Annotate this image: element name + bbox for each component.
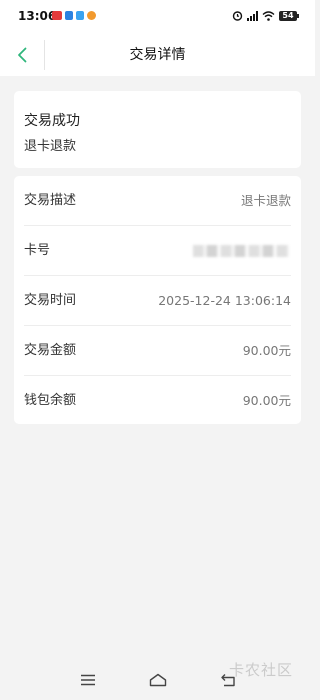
detail-label: 交易描述 (24, 193, 77, 208)
detail-row-amount: 交易金额 90.00元 (24, 326, 291, 376)
detail-label: 交易金额 (24, 343, 77, 358)
status-indicators: 54 (232, 10, 299, 21)
weibo-app-icon (87, 11, 96, 20)
menu-icon (81, 674, 95, 686)
detail-label: 钱包余额 (24, 393, 77, 408)
transaction-details-card: 交易描述 退卡退款 卡号 交易时间 2025-12-24 13:06:14 交易… (14, 176, 301, 424)
home-button[interactable] (148, 670, 168, 690)
menu-button[interactable] (78, 670, 98, 690)
system-navigation-bar: 卡农社区 (0, 660, 315, 700)
battery-icon: 54 (279, 10, 299, 21)
status-time: 13:06 (18, 9, 57, 23)
notification-icons (52, 11, 96, 20)
page-title: 交易详情 (129, 47, 186, 63)
detail-row-description: 交易描述 退卡退款 (24, 176, 291, 226)
nav-divider (44, 40, 45, 70)
detail-row-balance: 钱包余额 90.00元 (24, 376, 291, 426)
transaction-summary-card: 交易成功 退卡退款 (14, 91, 301, 168)
masked-card-number (193, 245, 289, 257)
detail-row-card-number: 卡号 (24, 226, 291, 276)
bird-app-icon (76, 11, 84, 20)
transaction-type: 退卡退款 (24, 139, 77, 154)
transaction-status: 交易成功 (24, 113, 80, 129)
detail-value: 2025-12-24 13:06:14 (158, 293, 291, 308)
status-bar: 13:06 54 (0, 0, 315, 34)
home-icon (149, 673, 167, 687)
detail-value: 90.00元 (242, 343, 291, 358)
nav-bar: 交易详情 (0, 34, 315, 76)
cell-signal-icon (247, 10, 258, 21)
chevron-left-icon (18, 47, 27, 63)
chat-app-icon (65, 11, 73, 20)
detail-label: 交易时间 (24, 293, 77, 308)
detail-label: 卡号 (24, 243, 51, 258)
watermark: 卡农社区 (228, 661, 293, 679)
back-button[interactable] (0, 34, 44, 76)
detail-value: 退卡退款 (240, 193, 291, 208)
message-app-icon (52, 11, 62, 20)
detail-row-time: 交易时间 2025-12-24 13:06:14 (24, 276, 291, 326)
detail-value: 90.00元 (242, 393, 291, 408)
alarm-icon (232, 11, 243, 21)
wifi-icon (262, 10, 275, 21)
